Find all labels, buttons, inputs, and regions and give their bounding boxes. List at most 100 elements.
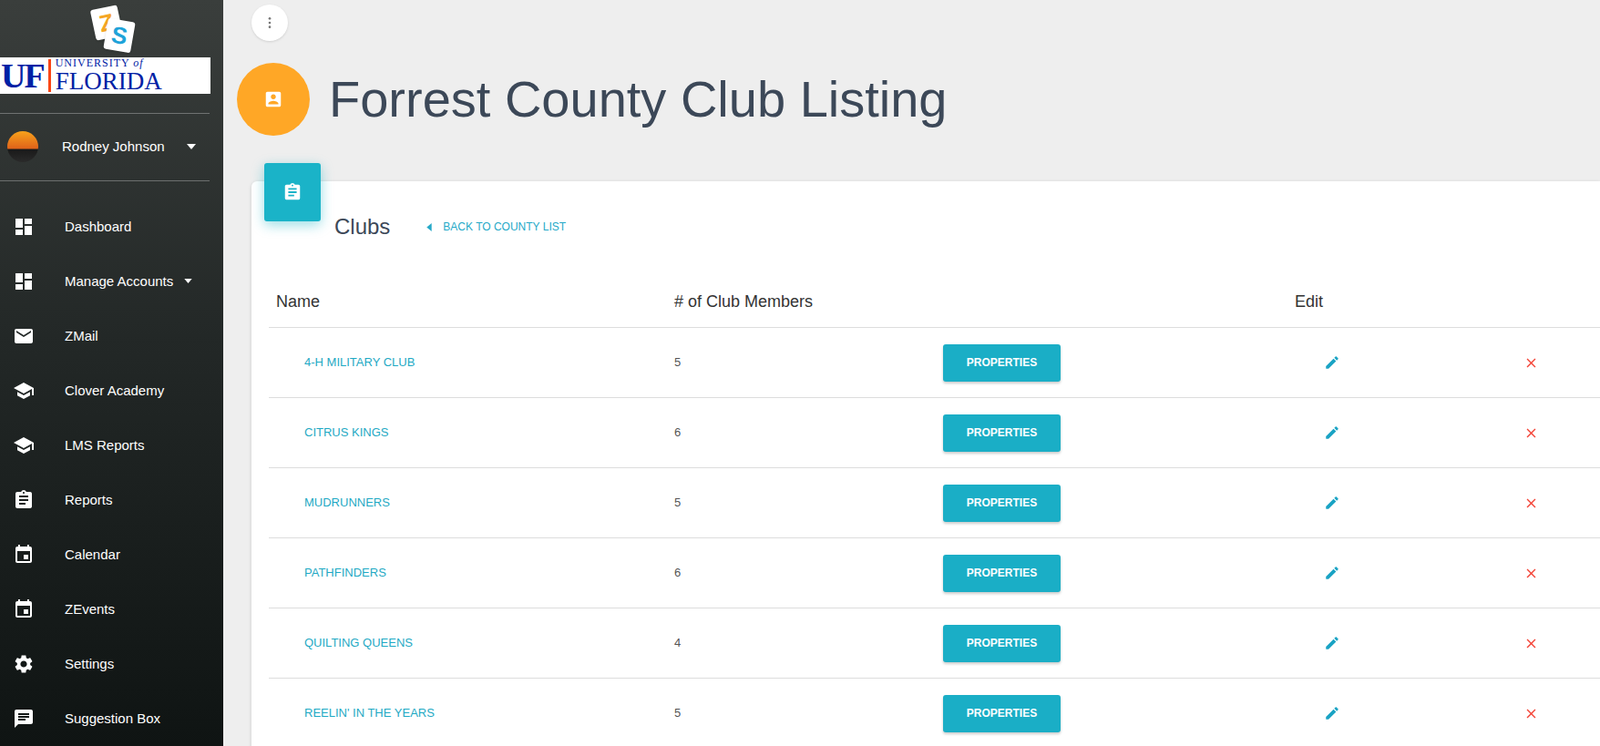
chat-icon [12,707,35,730]
dashboard-icon [12,215,35,238]
pencil-icon[interactable] [1323,564,1341,582]
card-title: Clubs [334,215,390,238]
calendar-icon [12,598,35,621]
gear-icon [12,653,35,676]
sidebar-item[interactable]: Settings [0,636,224,692]
main-content: Forrest County Club Listing Clubs BACK T… [223,0,1600,746]
sidebar: Z S UF UNIVERSITY of FLORIDA Rodney John… [0,0,224,746]
sidebar-label: ZMail [64,326,99,348]
more-vertical-icon [262,15,277,31]
card-icon [264,163,321,222]
sidebar-item[interactable]: Manage Accounts [0,254,224,309]
uf-mark: UF [0,58,44,93]
close-icon[interactable] [1523,706,1539,722]
sidebar-item[interactable]: ZMail [0,308,224,364]
properties-button[interactable]: PROPERTIES [943,484,1061,523]
properties-button[interactable]: PROPERTIES [943,414,1061,452]
sidebar-item[interactable]: Reports [0,472,224,528]
close-icon[interactable] [1523,565,1539,582]
edit-cell [1294,564,1423,582]
properties-cell: PROPERTIES [943,695,1295,733]
sidebar-label: ZEvents [64,599,115,621]
sidebar-item[interactable]: Clover Academy [0,363,224,419]
table-row: REELIN' IN THE YEARS5PROPERTIES [268,678,1600,746]
pencil-icon[interactable] [1323,494,1341,512]
column-header: Edit [1294,289,1423,315]
pencil-icon[interactable] [1323,705,1341,722]
close-icon[interactable] [1523,495,1539,512]
club-name-link[interactable]: PATHFINDERS [268,564,675,583]
school-icon [12,434,35,457]
delete-cell [1422,495,1600,512]
uf-florida: FLORIDA [55,69,163,94]
page-title: Forrest County Club Listing [328,73,948,125]
mail-icon [12,325,35,348]
clipboard-icon [282,182,303,203]
properties-cell: PROPERTIES [943,484,1295,523]
close-icon[interactable] [1523,635,1539,652]
caret-down-icon [184,278,193,284]
clipboard-icon [12,489,35,512]
properties-cell: PROPERTIES [943,344,1295,382]
table-row: QUILTING QUEENS4PROPERTIES [268,608,1600,679]
table-row: PATHFINDERS6PROPERTIES [268,538,1600,609]
delete-cell [1422,635,1600,652]
user-name: Rodney Johnson [61,136,187,158]
sidebar-label: Manage Accounts [64,271,174,293]
sidebar-label: Suggestion Box [64,708,161,730]
clubs-table: Name # of Club Members Edit 4-H MILITARY… [268,276,1600,746]
delete-cell [1422,565,1600,582]
edit-cell [1294,705,1423,722]
zs-logo[interactable]: Z S [0,0,224,53]
column-header: Name [268,289,675,315]
club-name-link[interactable]: MUDRUNNERS [268,493,675,513]
clubs-card: Clubs BACK TO COUNTY LIST Name # of Club… [251,181,1600,746]
caret-down-icon [186,143,196,150]
sidebar-label: Reports [64,490,113,512]
sidebar-item[interactable]: LMS Reports [0,418,224,473]
sidebar-label: Clover Academy [64,380,165,402]
club-name-link[interactable]: 4-H MILITARY CLUB [268,353,675,372]
edit-cell [1294,354,1423,371]
uf-university: UNIVERSITY [55,56,131,70]
page-icon [236,62,310,136]
pencil-icon[interactable] [1323,354,1341,371]
user-menu[interactable]: Rodney Johnson [0,113,224,181]
properties-button[interactable]: PROPERTIES [943,344,1061,382]
sidebar-label: Dashboard [64,216,132,238]
sidebar-item[interactable]: Suggestion Box [0,691,224,746]
edit-cell [1294,494,1423,512]
account-box-icon [263,89,284,110]
club-name-link[interactable]: CITRUS KINGS [268,423,675,442]
sidebar-item[interactable]: Calendar [0,527,224,583]
more-button[interactable] [251,4,288,42]
table-row: MUDRUNNERS5PROPERTIES [268,468,1600,539]
pencil-icon[interactable] [1323,424,1341,442]
back-link-label: BACK TO COUNTY LIST [442,218,566,236]
edit-cell [1294,424,1423,442]
properties-button[interactable]: PROPERTIES [943,695,1061,733]
properties-button[interactable]: PROPERTIES [943,554,1061,593]
delete-cell [1422,706,1600,722]
caret-left-icon [426,223,432,232]
delete-cell [1422,425,1600,442]
dashboard-icon [12,270,35,293]
sidebar-label: Calendar [64,544,121,566]
properties-button[interactable]: PROPERTIES [943,625,1061,663]
edit-cell [1294,635,1423,652]
table-row: CITRUS KINGS6PROPERTIES [268,398,1600,469]
sidebar-item[interactable]: Dashboard [0,199,224,255]
logo-letter: S [109,22,130,50]
uf-of: of [133,56,144,70]
sidebar-item[interactable]: ZEvents [0,582,224,637]
properties-cell: PROPERTIES [943,414,1295,452]
back-link[interactable]: BACK TO COUNTY LIST [426,218,566,236]
club-name-link[interactable]: REELIN' IN THE YEARS [268,704,675,723]
close-icon[interactable] [1523,425,1539,442]
club-name-link[interactable]: QUILTING QUEENS [268,634,675,653]
column-header: # of Club Members [674,289,1002,315]
properties-cell: PROPERTIES [943,625,1295,663]
delete-cell [1422,355,1600,371]
close-icon[interactable] [1523,355,1539,371]
pencil-icon[interactable] [1323,635,1341,652]
